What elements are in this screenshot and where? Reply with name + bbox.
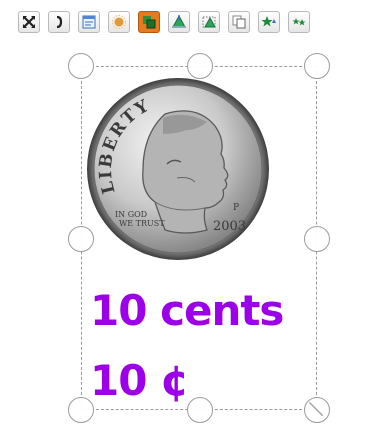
resize-handle-middle-left[interactable] [68, 226, 94, 252]
coin-mint-mark: P [233, 203, 239, 213]
duplicate-icon [232, 15, 246, 29]
coin-in-god-text: IN GOD [115, 210, 147, 219]
duplicate-button[interactable] [228, 11, 250, 33]
resize-handle-bottom-center[interactable] [187, 397, 213, 423]
shape-up-icon [172, 14, 186, 28]
effects-icon [112, 15, 126, 29]
canvas: LIBERTY IN GOD WE TRUST P 2003 10 cents … [0, 0, 374, 437]
no-entry-icon [308, 401, 324, 417]
arrange-button[interactable] [138, 11, 160, 33]
shape-down-icon [202, 16, 216, 28]
effects-button[interactable] [108, 11, 130, 33]
resize-handle-middle-right[interactable] [304, 226, 330, 252]
star-up-button[interactable] [258, 11, 280, 33]
dime-coin-image: LIBERTY IN GOD WE TRUST P 2003 [87, 78, 269, 260]
star-down-button[interactable] [288, 11, 310, 33]
fit-to-page-button[interactable] [18, 11, 40, 33]
delete-handle-bottom-right[interactable] [304, 397, 330, 423]
star-down-icon [292, 18, 306, 26]
properties-button[interactable] [78, 11, 100, 33]
resize-handle-top-left[interactable] [68, 53, 94, 79]
bracket-icon [56, 15, 63, 29]
resize-handle-bottom-left[interactable] [68, 397, 94, 423]
star-up-icon [261, 16, 276, 27]
caption-cent-symbol: 10 ¢ [90, 356, 189, 405]
shape-down-button[interactable] [198, 11, 220, 33]
coin-we-trust-text: WE TRUST [119, 219, 165, 228]
arrange-icon [143, 16, 156, 29]
resize-handle-top-center[interactable] [187, 53, 213, 79]
coin-year-text: 2003 [213, 219, 246, 234]
fit-to-page-icon [23, 16, 35, 28]
caption-cents: 10 cents [90, 286, 284, 335]
bracket-button[interactable] [48, 11, 70, 33]
properties-icon [82, 15, 96, 29]
shape-up-button[interactable] [168, 11, 190, 33]
resize-handle-top-right[interactable] [304, 53, 330, 79]
